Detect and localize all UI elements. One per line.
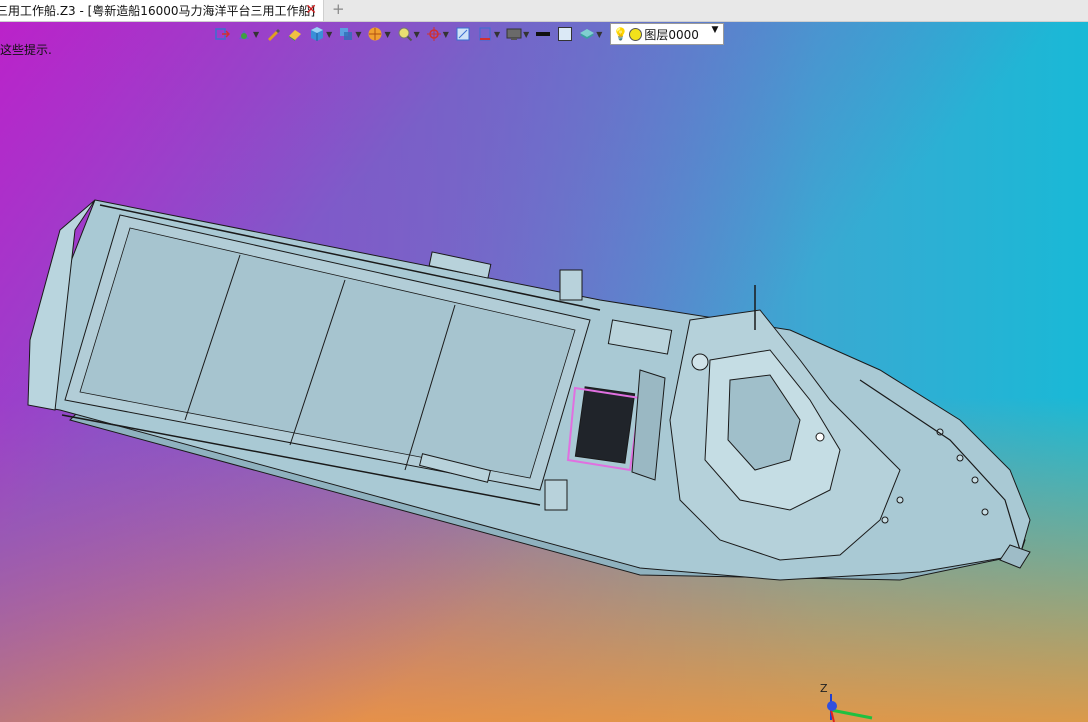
z-axis-label: Z bbox=[820, 682, 828, 695]
axis-triad: Z bbox=[812, 680, 882, 722]
axis-triad-icon: Z bbox=[820, 682, 873, 722]
cad-app-window: 三用工作船.Z3 - [粤新造船16000马力海洋平台三用工作船] ✕ + 这些… bbox=[0, 0, 1088, 722]
viewport-3d[interactable] bbox=[0, 0, 1088, 722]
ship-model bbox=[27, 199, 1031, 581]
